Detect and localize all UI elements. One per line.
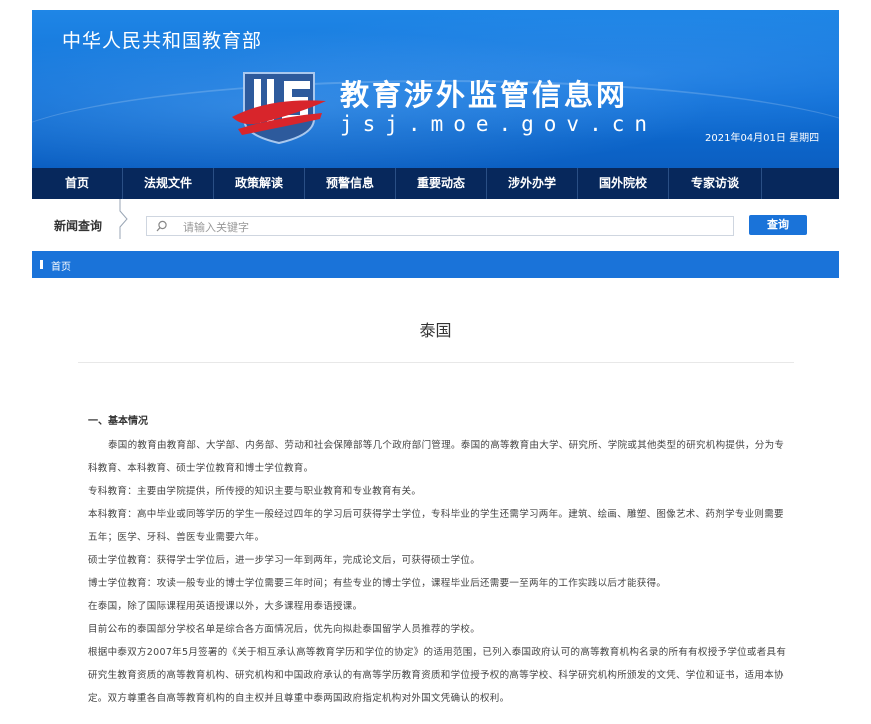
header-banner: 中华人民共和国教育部 教育涉外监管信息网 jsj.moe.gov.cn 2021…	[32, 10, 839, 168]
article-paragraph: 泰国的教育由教育部、大学部、内务部、劳动和社会保障部等几个政府部门管理。泰国的高…	[88, 440, 785, 474]
title-divider	[78, 362, 794, 363]
nav-item-warnings[interactable]: 预警信息	[305, 168, 396, 199]
article-paragraph: 硕士学位教育：获得学士学位后，进一步学习一年到两年，完成论文后，可获得硕士学位。	[88, 555, 481, 566]
search-input[interactable]: 请输入关键字	[146, 216, 734, 236]
search-label: 新闻查询	[54, 219, 103, 233]
section-heading: 一、基本情况	[88, 416, 148, 427]
nav-item-home[interactable]: 首页	[32, 168, 123, 199]
article-body: 一、基本情况 泰国的教育由教育部、大学部、内务部、劳动和社会保障部等几个政府部门…	[88, 414, 788, 710]
chevron-divider-icon	[119, 199, 128, 239]
breadcrumb: 首页	[32, 251, 839, 278]
main-nav: 首页 法规文件 政策解读 预警信息 重要动态 涉外办学 国外院校 专家访谈	[32, 168, 839, 199]
article-paragraph: 目前公布的泰国部分学校名单是综合各方面情况后，优先向拟赴泰国留学人员推荐的学校。	[88, 624, 481, 635]
search-icon	[156, 220, 167, 232]
site-url: jsj.moe.gov.cn	[340, 112, 658, 136]
jsj-logo-icon[interactable]	[230, 67, 328, 145]
search-button[interactable]: 查询	[749, 215, 807, 235]
nav-item-news[interactable]: 重要动态	[396, 168, 487, 199]
nav-item-foreign-schools[interactable]: 国外院校	[578, 168, 669, 199]
ministry-name[interactable]: 中华人民共和国教育部	[62, 26, 262, 53]
nav-item-foreign-education[interactable]: 涉外办学	[487, 168, 578, 199]
nav-item-expert-interviews[interactable]: 专家访谈	[669, 168, 762, 199]
search-bar: 新闻查询 请输入关键字 查询	[32, 199, 839, 252]
article-paragraph: 根据中泰双方2007年5月签署的《关于相互承认高等教育学历和学位的协定》的适用范…	[88, 647, 787, 704]
article-paragraph: 本科教育：高中毕业或同等学历的学生一般经过四年的学习后可获得学士学位，专科毕业的…	[88, 509, 784, 543]
nav-item-regulations[interactable]: 法规文件	[123, 168, 214, 199]
article-paragraph: 在泰国，除了国际课程用英语授课以外，大多课程用泰语授课。	[88, 601, 363, 612]
search-placeholder: 请输入关键字	[183, 221, 249, 234]
breadcrumb-home-link[interactable]: 首页	[51, 258, 71, 273]
article-paragraph: 专科教育：主要由学院提供，所传授的知识主要与职业教育和专业教育有关。	[88, 486, 422, 497]
breadcrumb-marker	[40, 260, 43, 269]
site-name: 教育涉外监管信息网	[340, 78, 629, 112]
article-paragraph: 博士学位教育：攻读一般专业的博士学位需要三年时间；有些专业的博士学位，课程毕业后…	[88, 578, 667, 589]
nav-item-policy-interpretation[interactable]: 政策解读	[214, 168, 305, 199]
page-title: 泰国	[419, 321, 452, 340]
current-date: 2021年04月01日 星期四	[705, 133, 820, 144]
